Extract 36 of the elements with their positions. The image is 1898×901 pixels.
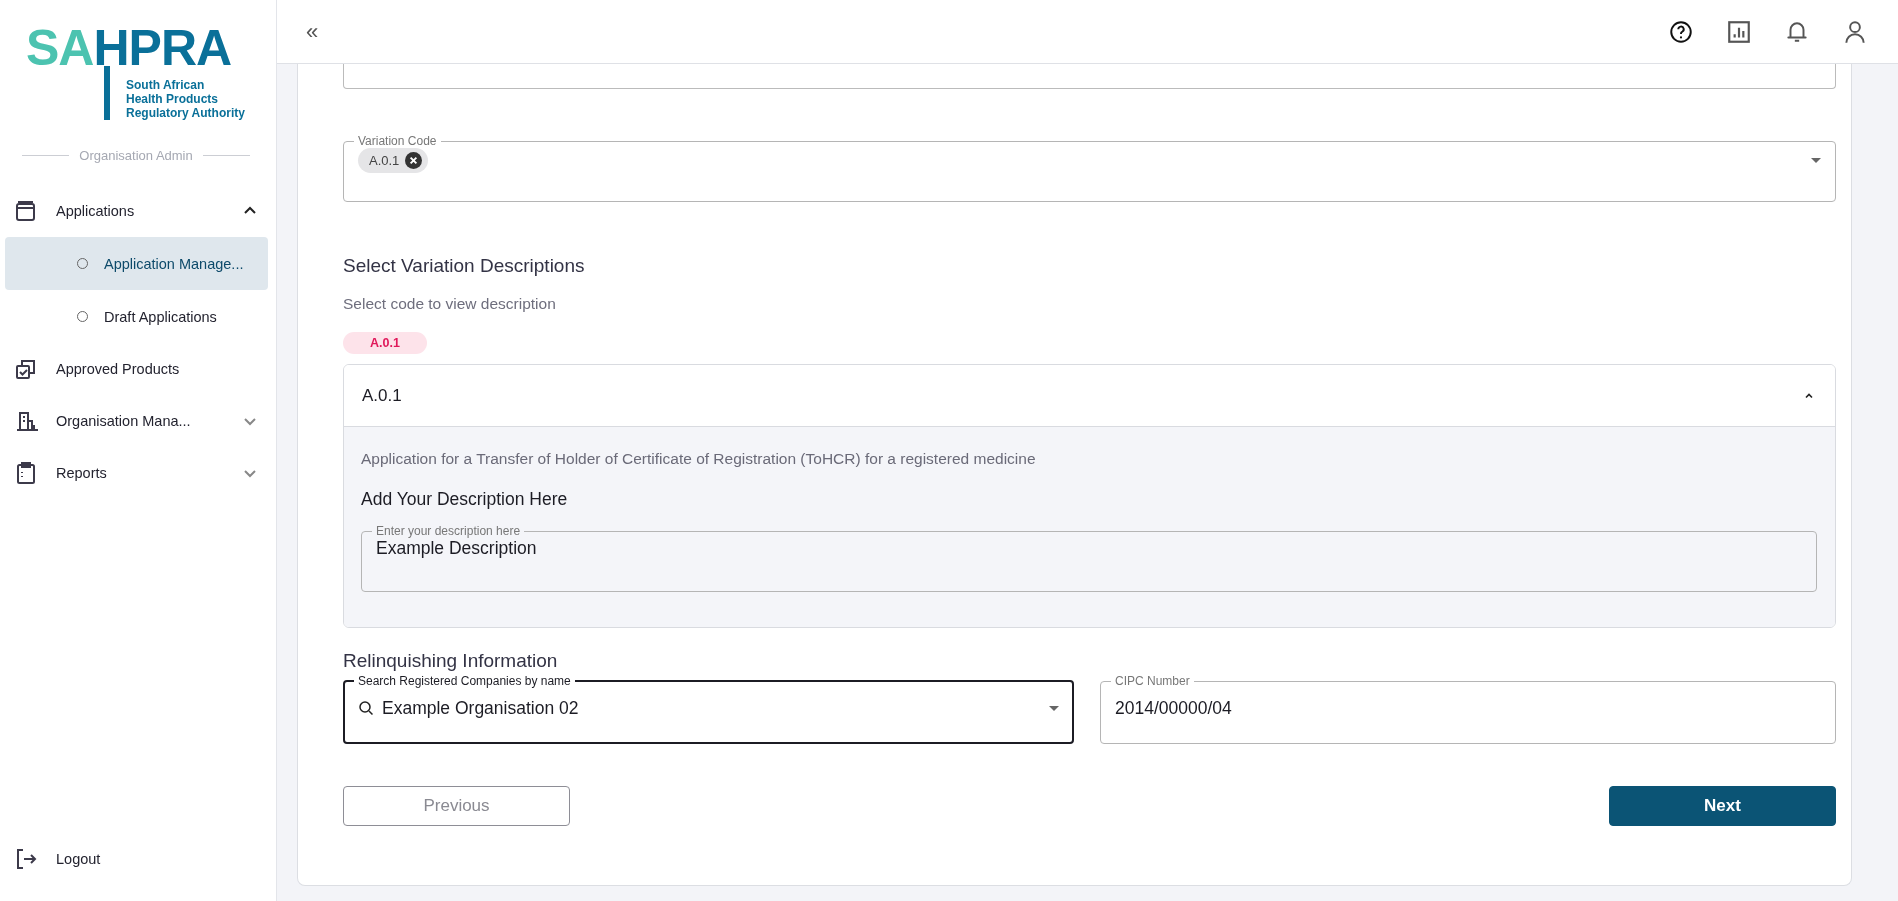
sidebar-subitem[interactable]: Application Manage... bbox=[5, 237, 268, 290]
remove-icon[interactable] bbox=[405, 152, 423, 169]
cipc-number-field[interactable]: CIPC Number 2014/00000/04 bbox=[1100, 674, 1836, 744]
collapse-sidebar-button[interactable]: « bbox=[306, 18, 319, 45]
input-field[interactable] bbox=[343, 64, 1836, 89]
code-chip[interactable]: A.0.1 bbox=[358, 148, 429, 173]
variation-code-select[interactable]: Variation Code A.0.1 bbox=[343, 134, 1836, 202]
next-button[interactable]: Next bbox=[1609, 786, 1836, 826]
hint-text: Select code to view description bbox=[343, 295, 557, 313]
logo-tagline: South African Health Products Regulatory Authority bbox=[104, 66, 266, 120]
logout-item[interactable]: Logout bbox=[0, 833, 276, 885]
sidebar-item[interactable]: Reports bbox=[0, 447, 276, 499]
section-heading: Relinquishing Information bbox=[343, 650, 559, 672]
search-icon bbox=[358, 700, 374, 716]
accordion-header[interactable]: A.0.1 bbox=[344, 365, 1835, 427]
sidebar-item[interactable]: Organisation Mana... bbox=[0, 395, 276, 447]
building-icon bbox=[14, 409, 38, 433]
bar-chart-icon[interactable] bbox=[1726, 18, 1752, 45]
checked-boxes-icon bbox=[14, 357, 38, 381]
subheading: Add Your Description Here bbox=[361, 489, 569, 510]
sidebar-subitem[interactable]: Draft Applications bbox=[5, 290, 268, 343]
dropdown-arrow-icon[interactable] bbox=[1811, 158, 1821, 163]
dropdown-arrow-icon[interactable] bbox=[1049, 705, 1059, 711]
description-text: Application for a Transfer of Holder of Certificate of Registration (ToHCR) for a registered medicine bbox=[361, 450, 1037, 468]
code-tag[interactable]: A.0.1 bbox=[343, 332, 427, 354]
company-search-field[interactable]: Search Registered Companies by name Example Organisation 02 bbox=[343, 674, 1074, 744]
logout-icon bbox=[14, 847, 38, 871]
book-icon bbox=[14, 199, 38, 223]
description-field[interactable]: Enter your description here Example Description bbox=[361, 524, 1817, 592]
help-icon[interactable] bbox=[1668, 18, 1694, 45]
user-icon[interactable] bbox=[1842, 18, 1868, 45]
clipboard-icon bbox=[14, 461, 38, 485]
sidebar-item[interactable]: Applications bbox=[0, 185, 276, 237]
section-heading: Select Variation Descriptions bbox=[343, 255, 586, 277]
sidebar-item[interactable]: Approved Products bbox=[0, 343, 276, 395]
section-label: Organisation Admin bbox=[22, 148, 250, 163]
